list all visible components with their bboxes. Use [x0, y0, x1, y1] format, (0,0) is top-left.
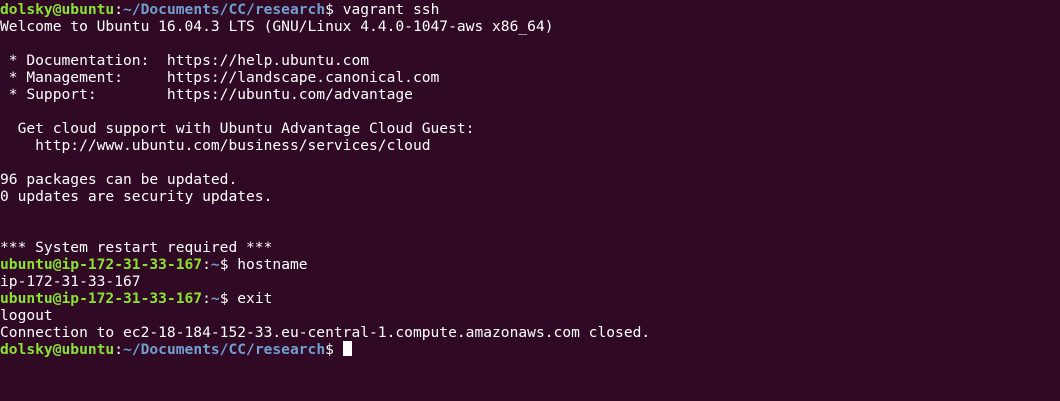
- output-line: * Documentation: https://help.ubuntu.com: [0, 52, 370, 69]
- output-line: Connection to ec2-18-184-152-33.eu-centr…: [0, 324, 651, 341]
- output-line: 96 packages can be updated.: [0, 171, 238, 188]
- prompt-line: dolsky@ubuntu:~/Documents/CC/research$ v…: [0, 1, 1060, 18]
- prompt-symbol: $: [219, 290, 238, 307]
- command-text: exit: [237, 290, 273, 307]
- prompt-user-host: dolsky@ubuntu: [0, 341, 115, 358]
- output-line: * Management: https://landscape.canonica…: [0, 69, 440, 86]
- output-line: 0 updates are security updates.: [0, 188, 273, 205]
- prompt-separator: :: [114, 341, 124, 358]
- prompt-symbol: $: [325, 341, 343, 358]
- prompt-path: ~/Documents/CC/research: [123, 341, 326, 358]
- prompt-line: ubuntu@ip-172-31-33-167:~$ exit: [0, 290, 1060, 307]
- output-line: * Support: https://ubuntu.com/advantage: [0, 86, 413, 103]
- prompt-user-host: ubuntu@ip-172-31-33-167: [0, 290, 203, 307]
- output-line: ip-172-31-33-167: [0, 273, 141, 290]
- output-line: Welcome to Ubuntu 16.04.3 LTS (GNU/Linux…: [0, 18, 554, 35]
- prompt-path: ~: [210, 256, 220, 273]
- output-line: logout: [0, 307, 53, 324]
- output-line: Get cloud support with Ubuntu Advantage …: [0, 120, 475, 137]
- output-line: http://www.ubuntu.com/business/services/…: [0, 137, 431, 154]
- output-line: *** System restart required ***: [0, 239, 273, 256]
- prompt-symbol: $: [219, 256, 238, 273]
- text-cursor[interactable]: [342, 341, 352, 356]
- prompt-symbol: $: [325, 1, 343, 18]
- prompt-separator: :: [202, 290, 211, 307]
- prompt-separator: :: [114, 1, 124, 18]
- prompt-path: ~/Documents/CC/research: [123, 1, 326, 18]
- prompt-line: dolsky@ubuntu:~/Documents/CC/research$: [0, 341, 1060, 358]
- command-text: vagrant ssh: [342, 1, 440, 18]
- prompt-user-host: ubuntu@ip-172-31-33-167: [0, 256, 203, 273]
- terminal-window[interactable]: dolsky@ubuntu:~/Documents/CC/research$ v…: [0, 0, 1060, 401]
- prompt-line: ubuntu@ip-172-31-33-167:~$ hostname: [0, 256, 1060, 273]
- command-text: hostname: [237, 256, 308, 273]
- prompt-separator: :: [202, 256, 211, 273]
- prompt-user-host: dolsky@ubuntu: [0, 1, 115, 18]
- prompt-path: ~: [210, 290, 220, 307]
